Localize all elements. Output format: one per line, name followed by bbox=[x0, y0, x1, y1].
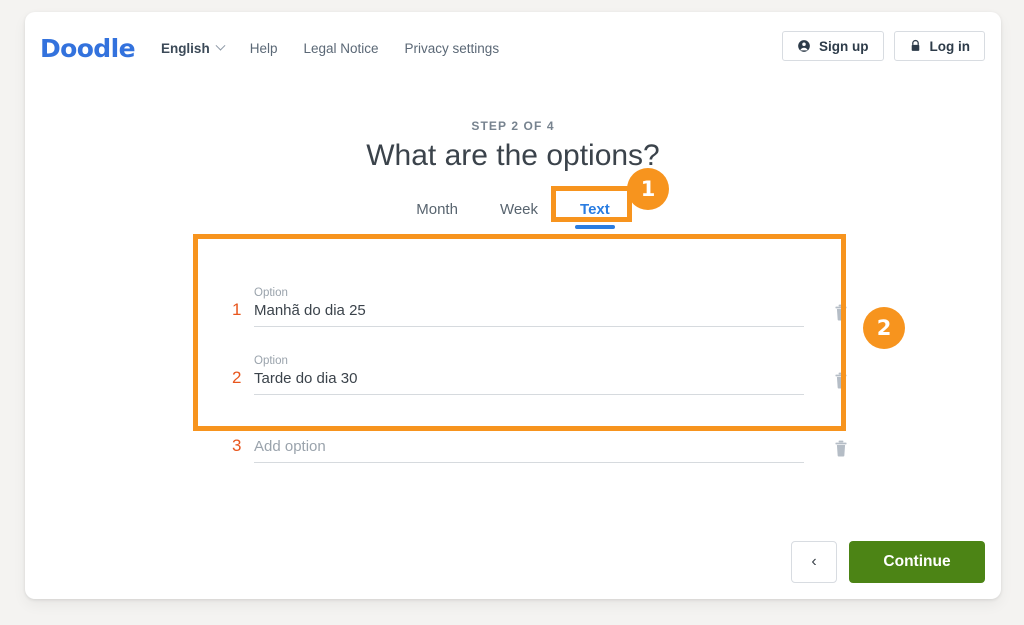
sign-up-button[interactable]: Sign up bbox=[782, 31, 884, 61]
nav-link-legal-notice[interactable]: Legal Notice bbox=[303, 41, 378, 56]
doodle-logo[interactable]: Doodle bbox=[40, 34, 135, 63]
option-placeholder: Add option bbox=[254, 437, 804, 457]
step-indicator: STEP 2 OF 4 bbox=[25, 119, 1001, 133]
lock-icon bbox=[909, 39, 922, 53]
back-button[interactable]: ‹ bbox=[791, 541, 837, 583]
annotation-badge-2: 2 bbox=[863, 307, 905, 349]
main-nav: English Help Legal Notice Privacy settin… bbox=[161, 41, 499, 56]
option-field-label: Option bbox=[254, 286, 804, 301]
option-field-label: Option bbox=[254, 354, 804, 369]
options-list: 1 Option Manhã do dia 25 2 bbox=[232, 259, 852, 463]
sign-up-label: Sign up bbox=[819, 39, 869, 54]
language-label: English bbox=[161, 41, 210, 56]
nav-link-privacy-settings[interactable]: Privacy settings bbox=[405, 41, 500, 56]
screenshot-root: Doodle English Help Legal Notice Privacy… bbox=[0, 0, 1024, 625]
option-value: Tarde do dia 30 bbox=[254, 369, 804, 389]
nav-link-help[interactable]: Help bbox=[250, 41, 278, 56]
trash-icon[interactable] bbox=[830, 369, 852, 391]
trash-icon[interactable] bbox=[830, 301, 852, 323]
option-row: 1 Option Manhã do dia 25 bbox=[232, 259, 852, 327]
tab-week[interactable]: Week bbox=[496, 199, 542, 227]
language-selector[interactable]: English bbox=[161, 41, 224, 56]
continue-button[interactable]: Continue bbox=[849, 541, 985, 583]
option-input-1[interactable]: Option Manhã do dia 25 bbox=[254, 286, 804, 327]
app-card: Doodle English Help Legal Notice Privacy… bbox=[25, 12, 1001, 599]
log-in-label: Log in bbox=[930, 39, 971, 54]
option-number: 1 bbox=[232, 301, 254, 327]
tab-text[interactable]: Text bbox=[576, 199, 614, 227]
option-row: 3 Add option bbox=[232, 395, 852, 463]
option-row: 2 Option Tarde do dia 30 bbox=[232, 327, 852, 395]
trash-icon[interactable] bbox=[830, 437, 852, 459]
wizard-footer: ‹ Continue bbox=[791, 541, 985, 583]
account-circle-icon bbox=[797, 39, 811, 53]
chevron-down-icon bbox=[215, 40, 225, 50]
option-number: 2 bbox=[232, 369, 254, 395]
annotation-badge-1: 1 bbox=[627, 168, 669, 210]
log-in-button[interactable]: Log in bbox=[894, 31, 986, 61]
view-mode-tabs: Month Week Text bbox=[25, 199, 1001, 227]
option-value: Manhã do dia 25 bbox=[254, 301, 804, 321]
site-header: Doodle English Help Legal Notice Privacy… bbox=[25, 12, 1001, 84]
option-input-3[interactable]: Add option bbox=[254, 437, 804, 463]
header-actions: Sign up Log in bbox=[782, 31, 985, 61]
page-title: What are the options? bbox=[25, 139, 1001, 173]
option-input-2[interactable]: Option Tarde do dia 30 bbox=[254, 354, 804, 395]
main-content: STEP 2 OF 4 What are the options? Month … bbox=[25, 84, 1001, 227]
tab-month[interactable]: Month bbox=[412, 199, 462, 227]
option-number: 3 bbox=[232, 437, 254, 463]
chevron-left-icon: ‹ bbox=[811, 553, 816, 571]
